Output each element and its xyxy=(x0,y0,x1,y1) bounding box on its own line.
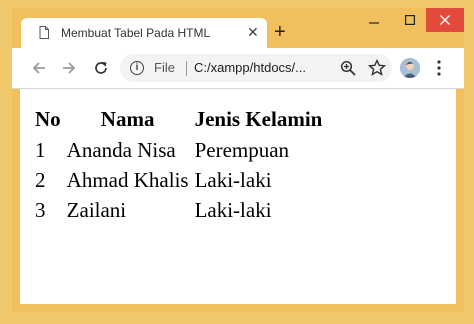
menu-dots-icon[interactable] xyxy=(436,59,442,77)
avatar-icon xyxy=(400,58,420,78)
info-icon[interactable]: i xyxy=(130,61,144,75)
forward-button[interactable] xyxy=(58,58,80,78)
cell-nama: Ananda Nisa xyxy=(66,138,176,162)
browser-window: Membuat Tabel Pada HTML ✕ + i File C:/xa… xyxy=(12,8,464,312)
address-separator xyxy=(186,61,187,76)
tab-active[interactable]: Membuat Tabel Pada HTML ✕ xyxy=(21,18,267,48)
minimize-button[interactable] xyxy=(356,8,392,32)
window-frame: Membuat Tabel Pada HTML ✕ + i File C:/xa… xyxy=(0,0,474,324)
tab-title: Membuat Tabel Pada HTML xyxy=(61,26,211,40)
header-nama: Nama xyxy=(100,107,155,131)
cell-jenis-kelamin: Perempuan xyxy=(194,138,290,162)
header-no: No xyxy=(35,107,61,131)
url-text[interactable]: C:/xampp/htdocs/... xyxy=(194,60,306,75)
cell-no: 2 xyxy=(35,168,46,192)
header-jenis-kelamin: Jenis Kelamin xyxy=(194,107,323,131)
cell-no: 1 xyxy=(35,138,46,162)
data-table: No Nama Jenis Kelamin 1 Ananda Nisa Pere… xyxy=(32,107,325,226)
forward-arrow-icon xyxy=(63,62,76,74)
maximize-button[interactable] xyxy=(392,8,428,32)
table-row: 1 Ananda Nisa Perempuan xyxy=(32,136,325,166)
cell-jenis-kelamin: Laki-laki xyxy=(194,168,272,192)
browser-toolbar: i File C:/xampp/htdocs/... xyxy=(12,48,464,89)
close-window-button[interactable] xyxy=(426,8,464,32)
cell-nama: Zailani xyxy=(66,198,127,222)
minimize-icon xyxy=(369,22,379,24)
table-row: 2 Ahmad Khalis Laki-laki xyxy=(32,166,325,196)
reload-icon xyxy=(95,62,107,74)
tab-strip: Membuat Tabel Pada HTML ✕ + xyxy=(12,8,464,48)
maximize-icon xyxy=(405,15,415,25)
page-content: No Nama Jenis Kelamin 1 Ananda Nisa Pere… xyxy=(20,89,456,304)
star-icon[interactable] xyxy=(368,59,386,77)
tab-close-icon[interactable]: ✕ xyxy=(247,23,259,41)
table-header-row: No Nama Jenis Kelamin xyxy=(32,107,325,136)
cell-nama: Ahmad Khalis xyxy=(66,168,189,192)
scheme-label: File xyxy=(154,60,175,75)
cell-no: 3 xyxy=(35,198,46,222)
close-icon xyxy=(440,15,450,25)
zoom-icon[interactable] xyxy=(340,60,356,76)
cell-jenis-kelamin: Laki-laki xyxy=(194,198,272,222)
document-icon xyxy=(39,26,49,39)
avatar[interactable] xyxy=(400,58,420,78)
reload-button[interactable] xyxy=(90,58,112,78)
new-tab-button[interactable]: + xyxy=(274,22,286,42)
address-bar[interactable]: i File C:/xampp/htdocs/... xyxy=(120,54,392,82)
table-row: 3 Zailani Laki-laki xyxy=(32,196,325,226)
back-arrow-icon xyxy=(32,62,45,74)
back-button[interactable] xyxy=(28,58,50,78)
